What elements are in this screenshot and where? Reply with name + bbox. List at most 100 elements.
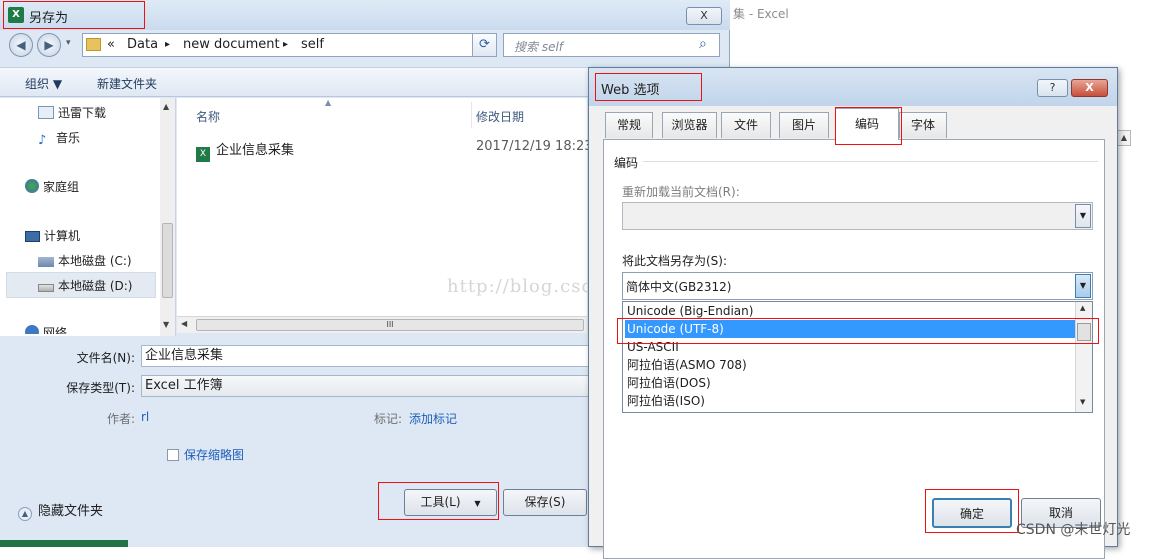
- reload-label: 重新加载当前文档(R):: [622, 185, 740, 199]
- search-icon[interactable]: ⌕: [699, 37, 713, 51]
- tab-browser[interactable]: 浏览器: [662, 112, 717, 138]
- highlight-box-web-title: [595, 73, 702, 101]
- nav-item-computer[interactable]: 计算机: [25, 227, 80, 244]
- tab-files[interactable]: 文件: [721, 112, 771, 138]
- encoding-option[interactable]: 阿拉伯语(ISO): [625, 392, 1075, 410]
- organize-menu[interactable]: 组织 ▼: [25, 75, 62, 92]
- encoding-option[interactable]: 阿拉伯语(DOS): [625, 374, 1075, 392]
- tab-general[interactable]: 常规: [605, 112, 653, 138]
- breadcrumb-separator-icon[interactable]: ▸: [165, 39, 170, 50]
- search-input[interactable]: 搜索 self ⌕: [503, 33, 720, 57]
- nav-item-drive-d[interactable]: 本地磁盘 (D:): [38, 277, 132, 294]
- nav-item-label: 本地磁盘 (D:): [58, 279, 133, 293]
- credit-watermark: CSDN @末世灯光: [1016, 522, 1131, 538]
- tab-fonts[interactable]: 字体: [899, 112, 947, 138]
- column-header-name[interactable]: 名称: [196, 108, 220, 125]
- filetype-label: 保存类型(T):: [66, 381, 135, 395]
- sort-ascending-icon: ▲: [325, 98, 332, 107]
- author-value[interactable]: rl: [141, 410, 149, 424]
- chevron-down-icon[interactable]: ▼: [1075, 274, 1091, 298]
- web-options-title-bar: Web 选项 ? X: [589, 68, 1117, 106]
- file-name: 企业信息采集: [216, 143, 295, 158]
- tools-button[interactable]: 工具(L) ▼: [404, 489, 497, 516]
- save-as-encoding-select[interactable]: 简体中文(GB2312) ▼: [622, 272, 1093, 300]
- save-button[interactable]: 保存(S): [503, 489, 587, 516]
- nav-scroll-thumb[interactable]: [162, 223, 173, 298]
- save-as-close-button[interactable]: X: [686, 7, 722, 25]
- nav-item-label: 音乐: [56, 131, 81, 145]
- new-folder-button[interactable]: 新建文件夹: [97, 75, 157, 92]
- folder-icon: [86, 38, 101, 51]
- section-divider: [643, 161, 1098, 162]
- scroll-up-icon[interactable]: ▲: [1080, 304, 1085, 312]
- nav-item-network[interactable]: 网络: [25, 324, 67, 334]
- filename-input[interactable]: 企业信息采集: [141, 345, 590, 367]
- search-placeholder: 搜索 self: [514, 40, 564, 54]
- scroll-left-icon[interactable]: ◀: [181, 319, 187, 328]
- excel-file-icon: X: [196, 147, 210, 162]
- refresh-icon[interactable]: ⟳: [472, 33, 497, 57]
- breadcrumb-self[interactable]: self: [301, 37, 324, 52]
- thumbnail-checkbox[interactable]: [167, 449, 179, 461]
- nav-item-label: 迅雷下载: [58, 106, 107, 120]
- thumbnail-label[interactable]: 保存缩略图: [184, 446, 244, 463]
- nav-item-music[interactable]: ♪ 音乐: [38, 129, 81, 148]
- reload-encoding-select: ▼: [622, 202, 1093, 230]
- nav-pane-scrollbar[interactable]: ▲ ▼: [160, 98, 175, 336]
- web-options-close-button[interactable]: X: [1071, 79, 1108, 97]
- encoding-section-label: 编码: [614, 156, 639, 170]
- scroll-up-icon[interactable]: ▲: [163, 102, 169, 111]
- chevron-down-icon: ▼: [1075, 204, 1091, 228]
- back-button[interactable]: ◀: [9, 33, 33, 57]
- music-icon: ♪: [38, 133, 47, 148]
- breadcrumb-new-document[interactable]: new document: [183, 37, 280, 52]
- breadcrumb-separator-icon[interactable]: ▸: [283, 39, 288, 50]
- tab-pictures[interactable]: 图片: [779, 112, 829, 138]
- forward-button[interactable]: ▶: [37, 33, 61, 57]
- hide-folders-label: 隐藏文件夹: [38, 504, 104, 519]
- breadcrumb-overflow[interactable]: «: [107, 37, 115, 52]
- save-as-encoding-value: 简体中文(GB2312): [626, 280, 732, 294]
- nav-item-thunder[interactable]: 迅雷下载: [38, 104, 106, 121]
- nav-item-label: 网络: [43, 326, 68, 334]
- nav-item-label: 本地磁盘 (C:): [58, 254, 132, 268]
- web-options-dialog: Web 选项 ? X 常规 浏览器 文件 图片 编码 字体 编码 重新加载当前文…: [588, 67, 1118, 559]
- hscroll-thumb[interactable]: III: [196, 319, 584, 331]
- tags-label: 标记:: [374, 412, 403, 426]
- homegroup-icon: [25, 179, 39, 193]
- hide-folders-button[interactable]: ▲ 隐藏文件夹: [18, 500, 103, 521]
- drive-icon: [38, 284, 54, 292]
- help-button[interactable]: ?: [1037, 79, 1068, 97]
- save-as-encoding-label: 将此文档另存为(S):: [622, 254, 728, 268]
- nav-item-homegroup[interactable]: 家庭组: [25, 178, 79, 195]
- ok-button[interactable]: 确定: [932, 498, 1012, 528]
- tags-value[interactable]: 添加标记: [409, 410, 457, 427]
- highlight-box-title: [3, 1, 145, 29]
- excel-status-strip: [0, 540, 128, 547]
- nav-item-drive-c[interactable]: 本地磁盘 (C:): [38, 252, 132, 269]
- tools-label: 工具(L): [420, 495, 461, 509]
- nav-item-label: 家庭组: [43, 180, 80, 194]
- scroll-down-icon[interactable]: ▼: [163, 320, 169, 329]
- column-divider: [471, 102, 472, 128]
- network-icon: [25, 325, 39, 334]
- background-window-title: 集 - Excel: [733, 7, 789, 21]
- history-dropdown-icon[interactable]: ▾: [66, 38, 71, 48]
- thunder-download-icon: [38, 106, 54, 119]
- filename-label: 文件名(N):: [76, 351, 135, 365]
- column-header-modified[interactable]: 修改日期: [476, 108, 524, 125]
- encoding-option[interactable]: 阿拉伯语(ASMO 708): [625, 356, 1075, 374]
- tools-dropdown-icon: ▼: [474, 499, 481, 508]
- filetype-select[interactable]: Excel 工作簿: [141, 375, 590, 397]
- file-list-hscrollbar[interactable]: ◀ III: [177, 316, 587, 333]
- file-row[interactable]: X 企业信息采集: [196, 139, 294, 162]
- file-modified-date: 2017/12/19 18:23: [476, 139, 593, 154]
- author-label: 作者:: [107, 412, 136, 426]
- address-bar[interactable]: « Data ▸ new document ▸ self ▾: [82, 33, 497, 57]
- breadcrumb-data[interactable]: Data: [127, 37, 158, 52]
- computer-icon: [25, 231, 40, 242]
- scroll-up-arrow-icon[interactable]: ▲: [1117, 130, 1131, 146]
- scroll-down-icon[interactable]: ▼: [1080, 398, 1085, 406]
- highlight-box-utf8: [617, 318, 1099, 344]
- save-as-title-bar: X 另存为 X: [0, 0, 730, 30]
